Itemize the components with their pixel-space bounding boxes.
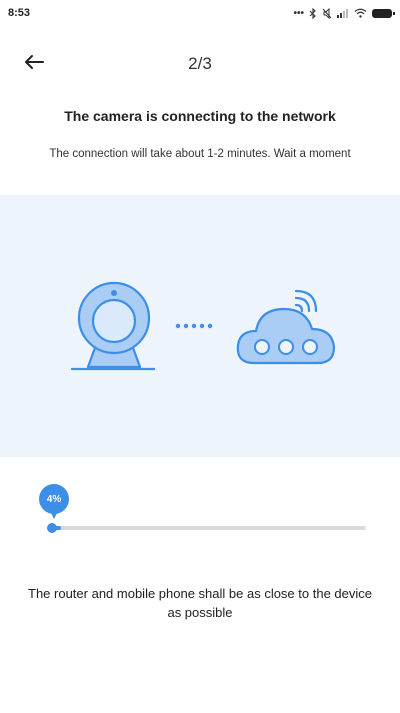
page-subtitle: The connection will take about 1-2 minut… bbox=[49, 148, 351, 160]
page-title: The camera is connecting to the network bbox=[64, 108, 336, 124]
progress-area: 4% bbox=[0, 470, 400, 550]
nav-bar: 2/3 bbox=[0, 40, 400, 84]
connecting-dots bbox=[175, 323, 213, 329]
camera-icon bbox=[70, 281, 156, 371]
status-bar: 8:53 ••• bbox=[0, 0, 400, 26]
cloud-icon bbox=[236, 307, 336, 365]
step-indicator: 2/3 bbox=[188, 54, 212, 73]
dots-icon: ••• bbox=[293, 7, 304, 19]
progress-knob bbox=[47, 523, 57, 533]
illustration-panel bbox=[0, 195, 400, 457]
signal-icon bbox=[337, 9, 348, 18]
progress-percent-bubble: 4% bbox=[39, 484, 69, 519]
connection-illustration bbox=[70, 281, 336, 371]
progress-track bbox=[48, 526, 366, 530]
mute-icon bbox=[322, 7, 332, 19]
battery-icon bbox=[372, 8, 395, 18]
wifi-signal-icon bbox=[294, 289, 318, 313]
bluetooth-icon bbox=[309, 7, 316, 19]
status-icons: ••• bbox=[293, 7, 395, 19]
proximity-tip: The router and mobile phone shall be as … bbox=[28, 586, 372, 620]
status-time: 8:53 bbox=[8, 7, 31, 19]
wifi-icon bbox=[354, 8, 367, 18]
